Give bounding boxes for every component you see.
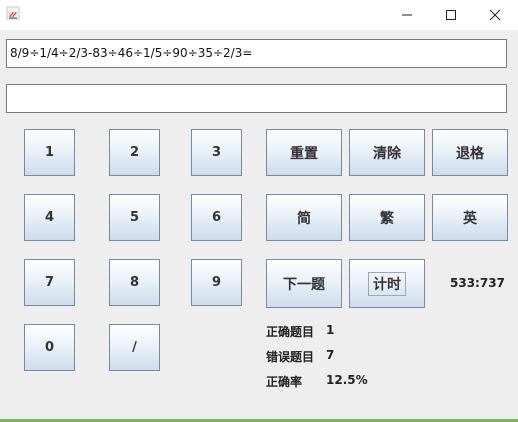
close-button[interactable] bbox=[472, 0, 518, 30]
backspace-button[interactable]: 退格 bbox=[432, 129, 508, 176]
timer-button[interactable]: 计时 bbox=[349, 259, 425, 308]
key-6-button[interactable]: 6 bbox=[191, 194, 242, 241]
java-app-icon bbox=[6, 6, 20, 20]
accuracy-value: 12.5% bbox=[326, 373, 368, 387]
wrong-count-label: 错误题目 bbox=[266, 350, 315, 364]
clear-button[interactable]: 清除 bbox=[349, 129, 425, 176]
simplified-chinese-button[interactable]: 简 bbox=[266, 194, 342, 241]
maximize-button[interactable] bbox=[428, 0, 474, 30]
wrong-count-value: 7 bbox=[326, 348, 335, 362]
key-5-button[interactable]: 5 bbox=[109, 194, 160, 241]
key-4-button[interactable]: 4 bbox=[24, 194, 75, 241]
key-8-button[interactable]: 8 bbox=[109, 259, 160, 306]
close-icon bbox=[489, 9, 501, 21]
key-9-button[interactable]: 9 bbox=[191, 259, 242, 306]
minimize-icon bbox=[402, 14, 412, 16]
maximize-icon bbox=[446, 10, 456, 20]
key-7-button[interactable]: 7 bbox=[24, 259, 75, 306]
calculator-window: 8/9÷1/4÷2/3-83÷46÷1/5÷90÷35÷2/3= 1 2 3 4… bbox=[0, 0, 518, 422]
next-question-button[interactable]: 下一题 bbox=[266, 259, 342, 308]
accuracy-label: 正确率 bbox=[266, 375, 303, 389]
reset-button[interactable]: 重置 bbox=[266, 129, 342, 176]
key-1-button[interactable]: 1 bbox=[24, 129, 75, 176]
timer-button-label: 计时 bbox=[368, 271, 406, 296]
key-3-button[interactable]: 3 bbox=[191, 129, 242, 176]
timer-display: 533:737 bbox=[450, 276, 505, 290]
key-2-button[interactable]: 2 bbox=[109, 129, 160, 176]
minimize-button[interactable] bbox=[384, 0, 430, 30]
question-display: 8/9÷1/4÷2/3-83÷46÷1/5÷90÷35÷2/3= bbox=[6, 39, 507, 68]
key-0-button[interactable]: 0 bbox=[24, 324, 75, 371]
title-bar bbox=[0, 0, 518, 30]
key-slash-button[interactable]: / bbox=[109, 324, 160, 371]
correct-count-value: 1 bbox=[326, 323, 335, 337]
traditional-chinese-button[interactable]: 繁 bbox=[349, 194, 425, 241]
english-button[interactable]: 英 bbox=[432, 194, 508, 241]
correct-count-label: 正确题目 bbox=[266, 325, 315, 339]
answer-input[interactable] bbox=[6, 84, 507, 113]
